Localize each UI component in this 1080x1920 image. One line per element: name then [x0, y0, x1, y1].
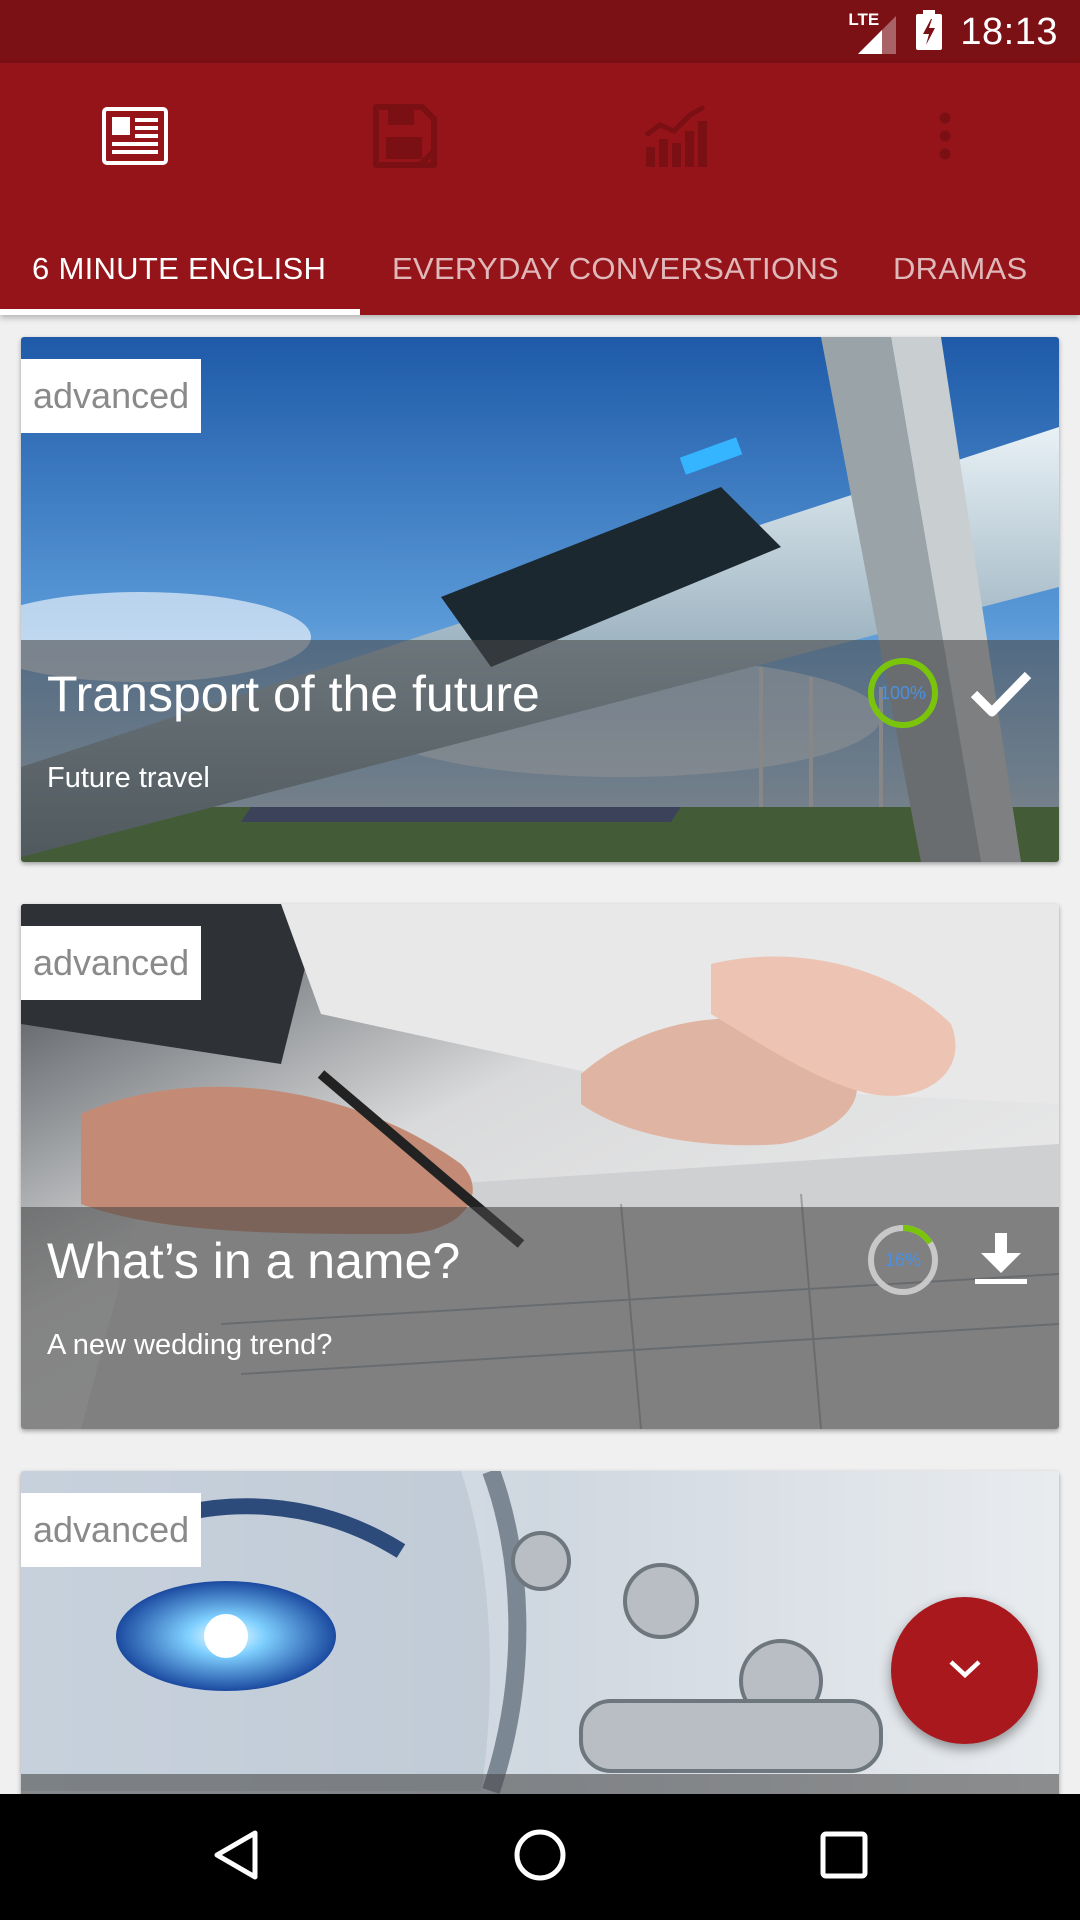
tab-label: EVERYDAY CONVERSATIONS	[392, 251, 840, 286]
episode-title: What’s in a name?	[47, 1233, 461, 1289]
back-triangle-icon	[213, 1829, 259, 1885]
tab-dramas[interactable]: DRAMAS	[893, 223, 1027, 315]
progress-label: 16%	[884, 1249, 922, 1270]
statistics-button[interactable]	[630, 93, 720, 183]
scroll-down-fab[interactable]	[891, 1597, 1038, 1744]
home-button[interactable]	[505, 1822, 575, 1892]
clock: 18:13	[960, 10, 1058, 53]
download-button[interactable]	[961, 1221, 1041, 1301]
tab-indicator	[0, 309, 360, 315]
app-root: LTE 18:13 6 MINUTE ENGLISH EVERYDAY CONV…	[0, 0, 1080, 1920]
more-icon	[937, 111, 953, 165]
lte-signal-icon: LTE	[848, 10, 898, 54]
stats-icon	[642, 103, 708, 173]
back-button[interactable]	[201, 1822, 271, 1892]
level-badge: advanced	[21, 1493, 202, 1567]
recents-square-icon	[820, 1831, 868, 1883]
status-icons: LTE 18:13	[848, 6, 1058, 58]
recents-button[interactable]	[809, 1822, 879, 1892]
news-icon	[102, 107, 168, 169]
chevron-down-icon	[947, 1658, 983, 1684]
episode-subtitle: Future travel	[47, 762, 210, 794]
home-circle-icon	[513, 1828, 567, 1886]
episode-subtitle: A new wedding trend?	[47, 1329, 333, 1361]
tab-label: DRAMAS	[893, 251, 1028, 286]
progress-ring: 16%	[866, 1223, 940, 1297]
app-bar: 6 MINUTE ENGLISH EVERYDAY CONVERSATIONS …	[0, 63, 1080, 315]
progress-label: 100%	[879, 682, 927, 703]
download-icon	[973, 1233, 1029, 1289]
progress-ring: 100%	[866, 656, 940, 730]
battery-charging-icon	[916, 10, 943, 54]
tab-6-minute-english[interactable]: 6 MINUTE ENGLISH	[32, 223, 326, 315]
save-icon	[372, 103, 438, 173]
tab-everyday-conversations[interactable]: EVERYDAY CONVERSATIONS	[392, 223, 839, 315]
level-badge: advanced	[21, 926, 202, 1000]
completed-check-icon	[961, 654, 1041, 734]
level-badge: advanced	[21, 359, 202, 433]
news-button[interactable]	[90, 93, 180, 183]
saved-button[interactable]	[360, 93, 450, 183]
episode-card[interactable]: advanced Transport of the future Future …	[21, 337, 1059, 862]
tab-label: 6 MINUTE ENGLISH	[32, 251, 327, 286]
tab-bar: 6 MINUTE ENGLISH EVERYDAY CONVERSATIONS …	[0, 223, 1080, 315]
episode-card[interactable]: advanced What’s in a name? A new wedding…	[21, 904, 1059, 1429]
toolbar	[0, 63, 1080, 191]
more-options-button[interactable]	[900, 93, 990, 183]
card-caption: What’s in a name? A new wedding trend? 1…	[21, 1207, 1059, 1429]
status-bar: LTE 18:13	[0, 0, 1080, 63]
card-caption: Transport of the future Future travel 10…	[21, 640, 1059, 862]
system-navigation-bar	[0, 1794, 1080, 1920]
episode-title: Transport of the future	[47, 666, 540, 722]
